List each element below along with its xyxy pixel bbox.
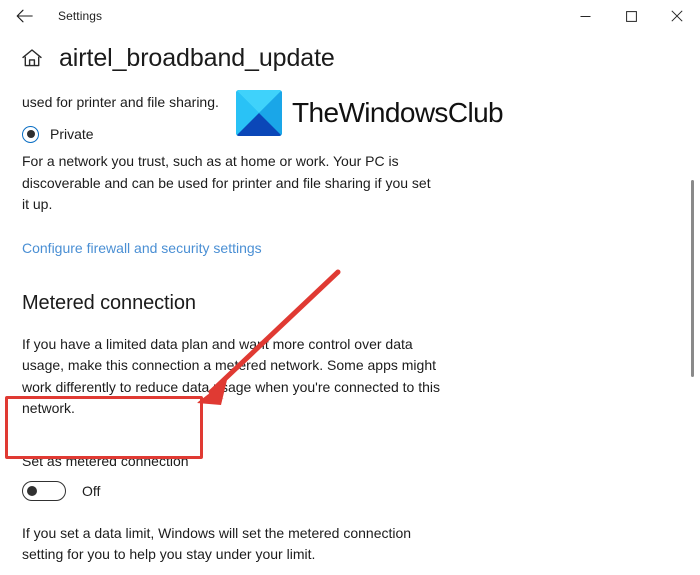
private-description: For a network you trust, such as at home…	[22, 153, 431, 212]
maximize-button[interactable]	[608, 0, 654, 32]
toggle-knob	[27, 485, 37, 496]
radio-private-dot	[26, 130, 35, 138]
page-title: airtel_broadband_update	[59, 43, 335, 72]
data-limit-description: If you set a data limit, Windows will se…	[22, 524, 412, 563]
scroll-thumb[interactable]	[691, 180, 694, 377]
window-controls	[562, 0, 700, 32]
radio-option-private[interactable]: Private	[22, 124, 660, 144]
configure-firewall-link[interactable]: Configure firewall and security settings	[22, 238, 262, 258]
settings-content: used for printer and file sharing. Priva…	[0, 32, 690, 575]
window-title: Settings	[58, 9, 103, 23]
minimize-button[interactable]	[562, 0, 608, 32]
back-arrow-icon	[16, 9, 33, 23]
page-header: airtel_broadband_update	[0, 32, 690, 84]
metered-toggle-row: Off	[22, 480, 660, 501]
metered-toggle-caption: Set as metered connection	[22, 452, 189, 469]
settings-content-scroll-area[interactable]: used for printer and file sharing. Priva…	[0, 32, 690, 575]
minimize-icon	[580, 11, 591, 22]
vertical-scrollbar[interactable]	[686, 32, 700, 575]
settings-window: Settings used for printer and file shari…	[0, 0, 700, 575]
back-button[interactable]	[4, 1, 44, 31]
metered-connection-toggle[interactable]	[22, 480, 66, 501]
radio-private-indicator	[22, 125, 39, 143]
metered-connection-heading: Metered connection	[22, 291, 196, 314]
title-bar: Settings	[0, 0, 700, 32]
metered-toggle-state-label: Off	[82, 482, 101, 499]
close-button[interactable]	[654, 0, 700, 32]
metered-connection-description: If you have a limited data plan and want…	[22, 335, 441, 417]
metered-toggle-block: Set as metered connection Off	[22, 452, 660, 501]
radio-private-label: Private	[50, 126, 94, 142]
home-icon[interactable]	[20, 46, 44, 70]
maximize-icon	[625, 10, 637, 22]
clipped-profile-text: used for printer and file sharing.	[22, 94, 219, 110]
close-icon	[671, 10, 683, 22]
